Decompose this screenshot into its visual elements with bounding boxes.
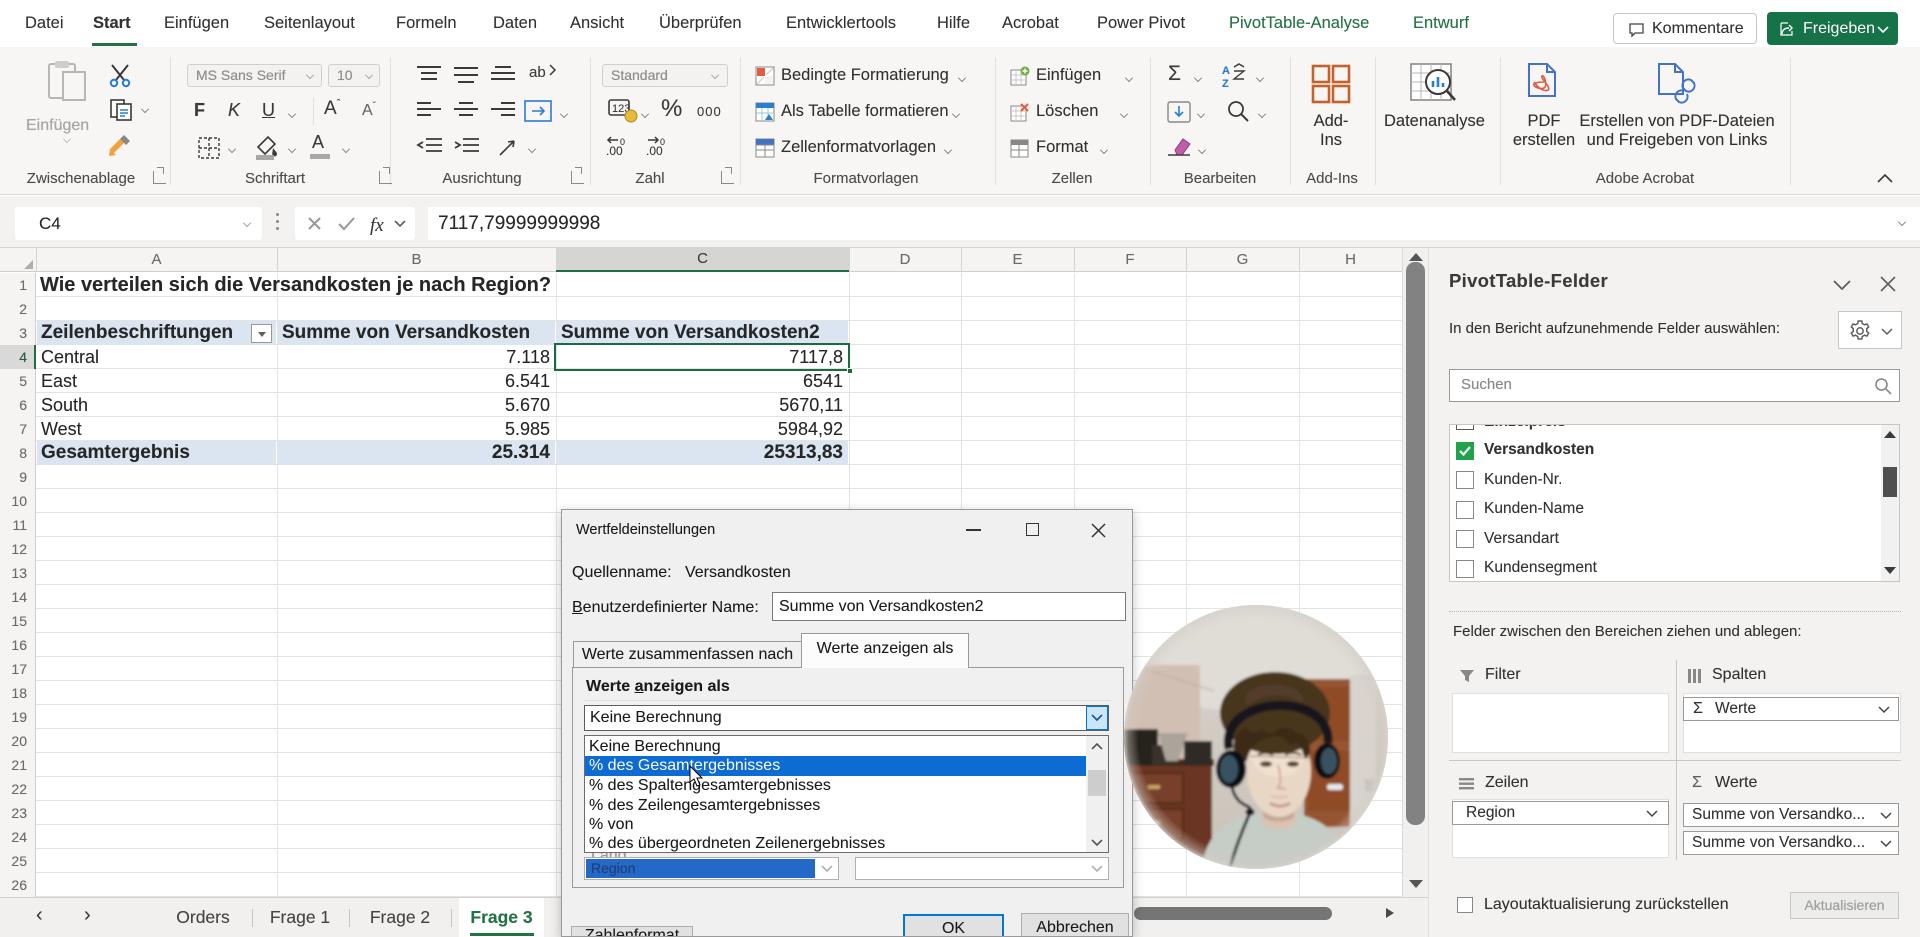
svg-text:fx: fx	[370, 215, 384, 236]
svg-text:A: A	[1222, 65, 1230, 77]
svg-text:0: 0	[620, 137, 625, 147]
svg-text:0: 0	[660, 137, 665, 147]
svg-text:ab: ab	[529, 64, 546, 81]
svg-text:Z: Z	[1222, 78, 1229, 89]
